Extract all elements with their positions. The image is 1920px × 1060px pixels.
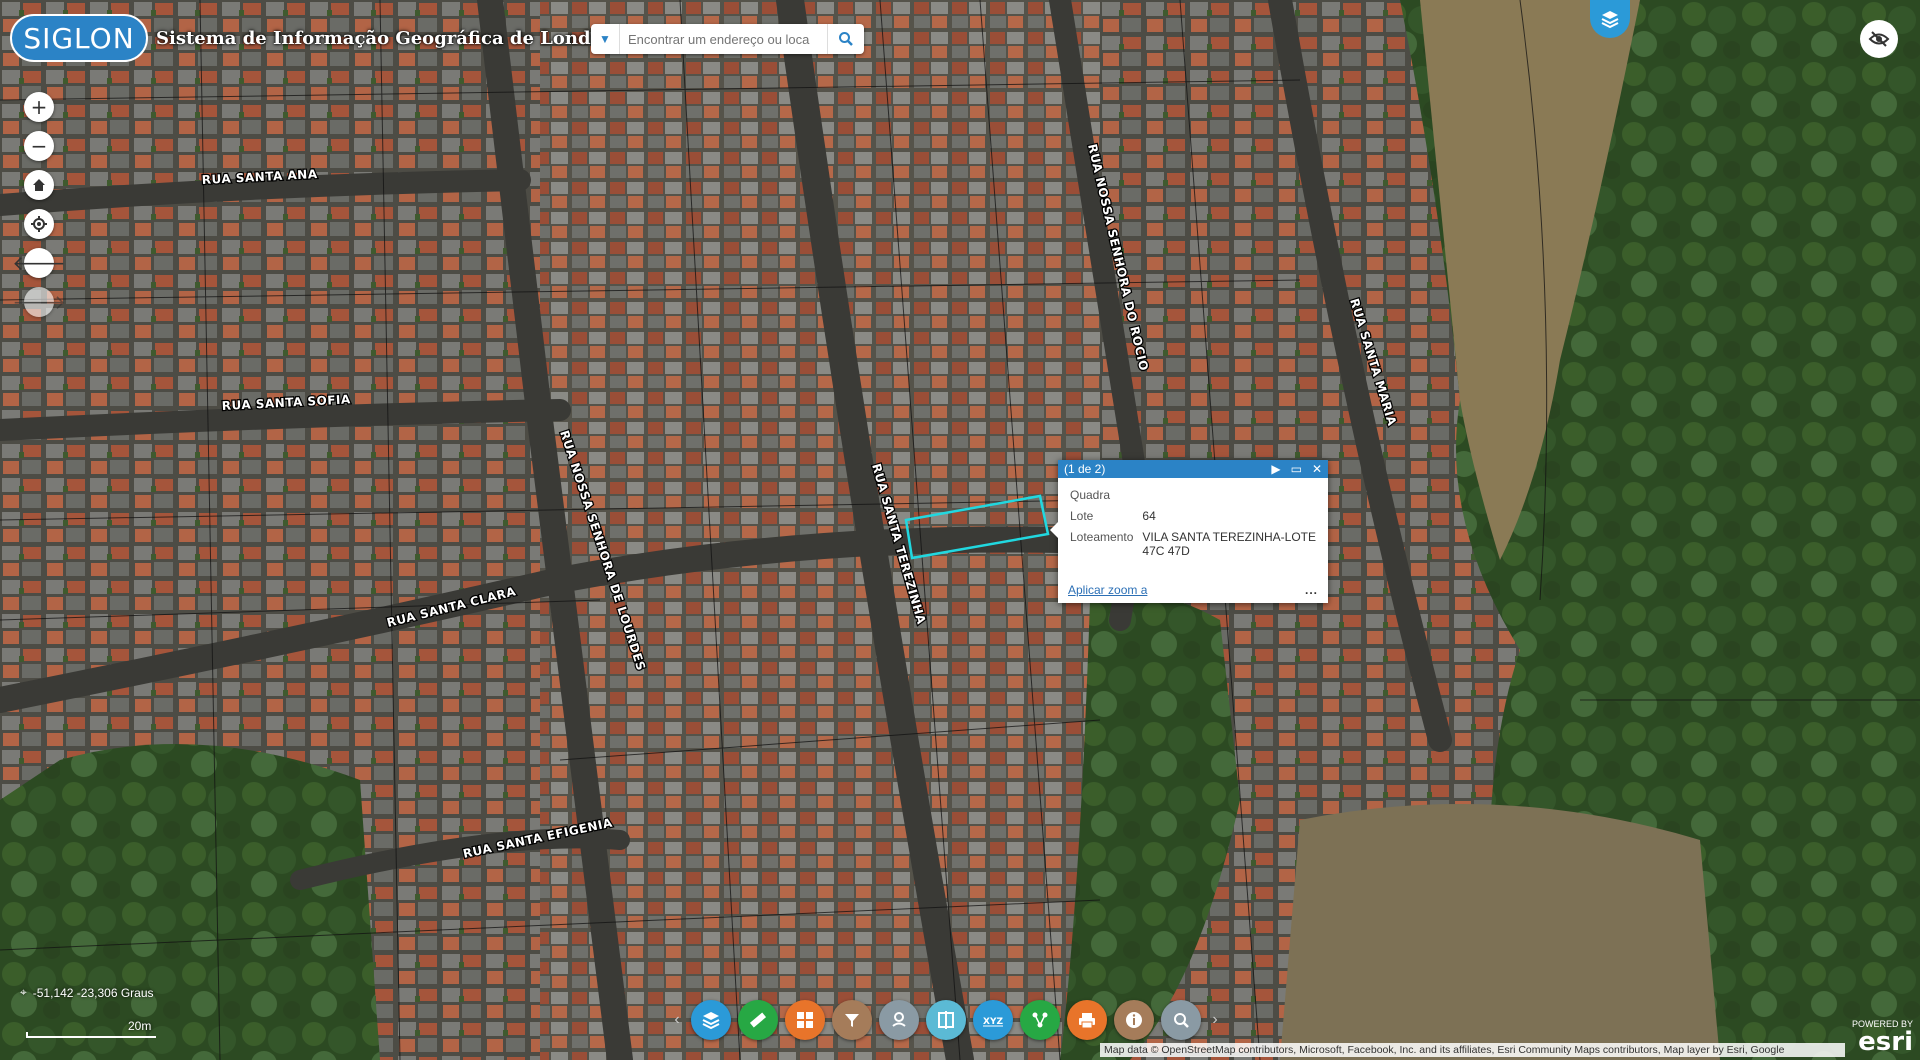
- scale-label: 20m: [128, 1019, 152, 1033]
- widget-toolbar: ‹ XYZ ›: [670, 998, 1222, 1042]
- locate-button[interactable]: [24, 209, 54, 239]
- route-icon: [892, 1012, 906, 1027]
- xyz-tool-button[interactable]: XYZ: [973, 1000, 1013, 1040]
- maximize-icon[interactable]: ▭: [1291, 462, 1302, 476]
- layers-icon: [1601, 11, 1619, 29]
- share-tool-button[interactable]: [1020, 1000, 1060, 1040]
- print-icon: [1079, 1013, 1095, 1029]
- layers-tool-button[interactable]: [691, 1000, 731, 1040]
- more-options-icon[interactable]: ...: [1305, 583, 1318, 597]
- caret-down-icon: ▼: [599, 32, 611, 46]
- chevron-left-icon[interactable]: ‹: [670, 1011, 684, 1029]
- map-attribution: Map data © OpenStreetMap contributors, M…: [1100, 1043, 1845, 1057]
- measure-tool-button[interactable]: [738, 1000, 778, 1040]
- popup-counter: (1 de 2): [1064, 462, 1106, 476]
- home-button[interactable]: [24, 170, 54, 200]
- feature-popup: (1 de 2) ▶ ▭ ✕ Quadra Lote 64 Loteamento…: [1050, 460, 1328, 603]
- search-box: ▼: [591, 24, 864, 54]
- search-button[interactable]: [827, 24, 864, 54]
- popup-pointer: [1050, 522, 1058, 538]
- map-view[interactable]: RUA SANTA ANA RUA SANTA SOFIA RUA SANTA …: [0, 0, 1920, 1060]
- eye-slash-icon: [1868, 31, 1890, 47]
- next-feature-icon[interactable]: ▶: [1271, 462, 1280, 476]
- attribute-label: Loteamento: [1070, 530, 1134, 544]
- popup-header: (1 de 2) ▶ ▭ ✕: [1058, 460, 1328, 478]
- search-input[interactable]: [620, 31, 836, 47]
- scale-bar: 20m: [26, 1019, 156, 1038]
- attribute-label: Lote: [1070, 509, 1094, 523]
- arrow-left-icon: 🡐: [12, 251, 66, 275]
- plus-icon: +: [30, 95, 48, 119]
- attribute-row: Lote 64: [1070, 509, 1316, 523]
- ruler-icon: [749, 1012, 767, 1028]
- attribute-row: Loteamento VILA SANTA TEREZINHA-LOTE 47C…: [1070, 530, 1316, 558]
- siglon-logo[interactable]: SIGLON: [10, 14, 148, 62]
- crosshair-icon: ⌖: [20, 985, 27, 999]
- attribute-value: 64: [1142, 509, 1156, 523]
- layers-icon: [702, 1012, 720, 1030]
- esri-logo: POWERED BY esri: [1852, 1020, 1914, 1057]
- zoom-in-button[interactable]: +: [24, 92, 54, 122]
- close-icon[interactable]: ✕: [1312, 462, 1322, 476]
- route-tool-button[interactable]: [879, 1000, 919, 1040]
- query-tool-button[interactable]: [1161, 1000, 1201, 1040]
- filter-tool-button[interactable]: [832, 1000, 872, 1040]
- popup-body: Quadra Lote 64 Loteamento VILA SANTA TER…: [1058, 478, 1328, 558]
- attribute-value: VILA SANTA TEREZINHA-LOTE 47C 47D: [1142, 530, 1317, 558]
- chevron-right-icon[interactable]: ›: [1208, 1011, 1222, 1029]
- toggle-visibility-button[interactable]: [1860, 20, 1898, 58]
- coordinates-display[interactable]: ⌖ -51,142 -23,306 Graus: [20, 985, 154, 1000]
- search-icon: [839, 32, 853, 46]
- home-icon: [33, 179, 45, 191]
- search-map-icon: [1174, 1013, 1189, 1028]
- info-icon: [1126, 1012, 1142, 1028]
- coordinates-text: -51,142 -23,306 Graus: [32, 985, 154, 1000]
- zoom-to-link[interactable]: Aplicar zoom a: [1068, 583, 1147, 597]
- xyz-icon: XYZ: [983, 1017, 1003, 1027]
- share-icon: [1032, 1012, 1048, 1028]
- attribute-row: Quadra: [1070, 488, 1316, 502]
- filter-icon: [845, 1014, 859, 1027]
- zoom-out-button[interactable]: −: [24, 131, 54, 161]
- basemap-tool-button[interactable]: [785, 1000, 825, 1040]
- popup-footer: Aplicar zoom a ...: [1068, 583, 1318, 597]
- print-tool-button[interactable]: [1067, 1000, 1107, 1040]
- swipe-tool-button[interactable]: [926, 1000, 966, 1040]
- next-extent-button[interactable]: 🡒: [12, 287, 66, 317]
- app-header: SIGLON Sistema de Informação Geográfica …: [10, 14, 632, 62]
- swipe-icon: [938, 1011, 954, 1029]
- attribute-value: [1142, 488, 1316, 502]
- locate-icon: [31, 216, 47, 232]
- minus-icon: −: [30, 134, 48, 158]
- search-source-dropdown[interactable]: ▼: [591, 24, 620, 54]
- arrow-right-icon: 🡒: [12, 290, 66, 314]
- esri-brand: esri: [1858, 1027, 1914, 1057]
- app-title: Sistema de Informação Geográfica de Lond…: [156, 27, 632, 49]
- attribute-label: Quadra: [1070, 488, 1111, 502]
- info-tool-button[interactable]: [1114, 1000, 1154, 1040]
- grid-icon: [797, 1012, 813, 1028]
- previous-extent-button[interactable]: 🡐: [12, 248, 66, 278]
